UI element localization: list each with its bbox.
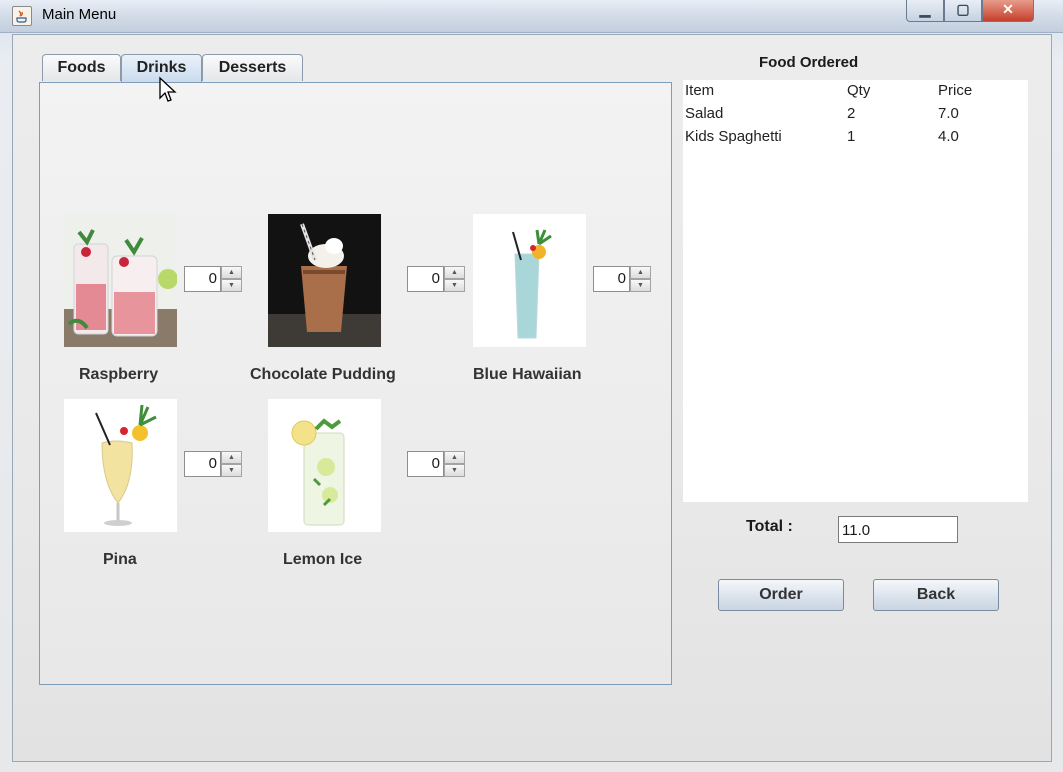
raspberry-qty-spinner[interactable]: 0 ▲ ▼ <box>184 266 243 292</box>
order-row-qty: 1 <box>847 128 856 145</box>
total-label: Total : <box>746 518 793 535</box>
java-app-icon <box>12 6 32 26</box>
chocolate-pudding-qty-up-arrow-icon[interactable]: ▲ <box>444 266 465 279</box>
order-row-price: 7.0 <box>938 105 959 122</box>
column-header-qty: Qty <box>847 82 871 99</box>
chocolate-pudding-label: Chocolate Pudding <box>250 366 396 383</box>
maximize-icon: ▢ <box>956 1 970 17</box>
pina-qty-spinner[interactable]: 0 ▲ ▼ <box>184 451 243 477</box>
pina-qty-down-arrow-icon[interactable]: ▼ <box>221 464 242 477</box>
blue-hawaiian-label: Blue Hawaiian <box>473 366 582 383</box>
order-row-price: 4.0 <box>938 128 959 145</box>
pina-qty-up-arrow-icon[interactable]: ▲ <box>221 451 242 464</box>
chocolate-pudding-qty-spinner[interactable]: 0 ▲ ▼ <box>407 266 466 292</box>
title-bar: Main Menu ▁ ▢ ✕ <box>0 0 1063 33</box>
maximize-button[interactable]: ▢ <box>944 0 982 22</box>
tab-foods[interactable]: Foods <box>42 54 121 81</box>
close-button[interactable]: ✕ <box>982 0 1034 22</box>
order-row-qty: 2 <box>847 105 856 122</box>
close-icon: ✕ <box>1002 1 1014 17</box>
raspberry-qty-up-arrow-icon[interactable]: ▲ <box>221 266 242 279</box>
pina-label: Pina <box>103 551 137 568</box>
blue-hawaiian-qty-down-arrow-icon[interactable]: ▼ <box>630 279 651 292</box>
total-field[interactable]: 11.0 <box>838 516 958 543</box>
raspberry-drink-image <box>64 214 177 347</box>
raspberry-qty-field[interactable]: 0 <box>184 266 221 292</box>
order-list[interactable]: Item Qty Price Salad 2 7.0 Kids Spaghett… <box>683 80 1028 502</box>
minimize-icon: ▁ <box>919 1 931 17</box>
column-header-item: Item <box>685 82 715 99</box>
blue-hawaiian-qty-spinner[interactable]: 0 ▲ ▼ <box>593 266 652 292</box>
lemon-ice-qty-field[interactable]: 0 <box>407 451 444 477</box>
lemon-ice-label: Lemon Ice <box>283 551 363 568</box>
mouse-cursor-icon <box>158 76 178 108</box>
back-button[interactable]: Back <box>873 579 999 611</box>
lemon-ice-qty-down-arrow-icon[interactable]: ▼ <box>444 464 465 477</box>
food-ordered-title: Food Ordered <box>759 54 859 71</box>
order-row-item: Kids Spaghetti <box>685 128 782 145</box>
lemon-ice-image <box>268 399 381 532</box>
lemon-ice-qty-spinner[interactable]: 0 ▲ ▼ <box>407 451 466 477</box>
minimize-button[interactable]: ▁ <box>906 0 944 22</box>
pina-colada-image <box>64 399 177 532</box>
window-title: Main Menu <box>42 6 117 23</box>
blue-hawaiian-qty-up-arrow-icon[interactable]: ▲ <box>630 266 651 279</box>
blue-hawaiian-qty-field[interactable]: 0 <box>593 266 630 292</box>
order-button[interactable]: Order <box>718 579 844 611</box>
chocolate-pudding-qty-down-arrow-icon[interactable]: ▼ <box>444 279 465 292</box>
order-row-item: Salad <box>685 105 724 122</box>
raspberry-qty-down-arrow-icon[interactable]: ▼ <box>221 279 242 292</box>
pina-qty-field[interactable]: 0 <box>184 451 221 477</box>
tab-desserts[interactable]: Desserts <box>202 54 303 81</box>
blue-cocktail-image <box>473 214 586 347</box>
column-header-price: Price <box>938 82 973 99</box>
chocolate-pudding-qty-field[interactable]: 0 <box>407 266 444 292</box>
chocolate-shake-image <box>268 214 381 347</box>
raspberry-label: Raspberry <box>79 366 159 383</box>
lemon-ice-qty-up-arrow-icon[interactable]: ▲ <box>444 451 465 464</box>
